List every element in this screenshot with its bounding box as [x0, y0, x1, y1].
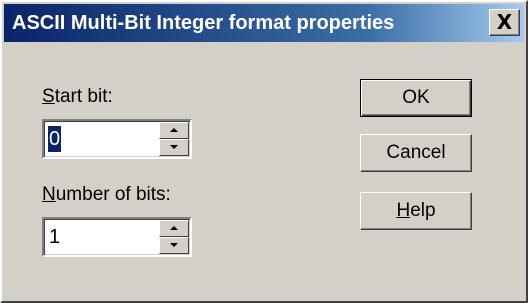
start-bit-increment-button[interactable] [159, 122, 189, 139]
spin-up-arrow-icon [170, 128, 178, 132]
start-bit-input[interactable]: 0 [48, 126, 62, 152]
number-of-bits-increment-button[interactable] [159, 220, 189, 237]
window-title: ASCII Multi-Bit Integer format propertie… [12, 12, 395, 34]
number-of-bits-input[interactable]: 1 [48, 224, 61, 250]
start-bit-label-mnemonic: S [42, 86, 55, 107]
spin-up-arrow-icon [170, 226, 178, 230]
number-of-bits-spin-buttons [159, 220, 189, 254]
start-bit-label-text: tart bit: [54, 86, 113, 107]
number-of-bits-spinbox[interactable]: 1 [42, 217, 192, 257]
title-bar[interactable]: ASCII Multi-Bit Integer format propertie… [4, 4, 524, 42]
start-bit-label: Start bit: [42, 86, 113, 108]
help-button[interactable]: Help [360, 192, 472, 230]
ok-button[interactable]: OK [360, 79, 472, 117]
help-button-mnemonic: H [396, 200, 411, 221]
cancel-button[interactable]: Cancel [360, 134, 472, 172]
close-icon: X [496, 10, 513, 34]
start-bit-decrement-button[interactable] [159, 139, 189, 156]
number-of-bits-label: Number of bits: [42, 184, 171, 206]
close-button[interactable]: X [489, 9, 520, 36]
spin-down-arrow-icon [170, 145, 178, 149]
number-of-bits-decrement-button[interactable] [159, 237, 189, 254]
number-of-bits-label-mnemonic: N [42, 184, 56, 205]
help-button-label: elp [410, 200, 436, 221]
start-bit-spinbox[interactable]: 0 [42, 119, 192, 159]
number-of-bits-label-text: umber of bits: [55, 184, 171, 205]
start-bit-spin-buttons [159, 122, 189, 156]
dialog-window: ASCII Multi-Bit Integer format propertie… [0, 0, 528, 303]
spin-down-arrow-icon [170, 243, 178, 247]
